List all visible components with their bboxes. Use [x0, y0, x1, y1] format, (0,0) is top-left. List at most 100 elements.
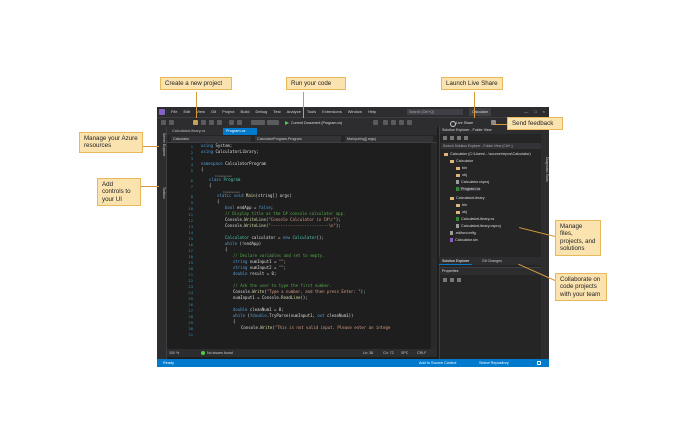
switch-views-icon[interactable] [450, 136, 454, 140]
menu-edit[interactable]: Edit [183, 109, 190, 114]
redo-icon[interactable] [237, 120, 242, 125]
menu-view[interactable]: View [196, 109, 205, 114]
comment-icon[interactable] [391, 120, 396, 125]
line-number: 11 [188, 212, 193, 217]
menu-extensions[interactable]: Extensions [322, 109, 342, 114]
nav-type-dropdown[interactable]: CalculatorProgram.Program [255, 136, 341, 142]
tab-git-changes[interactable]: Git Changes [479, 257, 505, 265]
window-controls: — □ × [524, 109, 545, 114]
minimize-button[interactable]: — [524, 109, 528, 114]
solution-explorer-search[interactable]: Search Solution Explorer - Folder View (… [441, 143, 541, 149]
run-button[interactable]: Current Document (Program.cs) [285, 119, 342, 127]
tree-item-solution[interactable]: Calculator (C:\Users\...\source\repos\Ca… [444, 152, 531, 156]
menu-file[interactable]: File [171, 109, 177, 114]
solution-title-badge: Calculator [469, 108, 491, 116]
forward-icon[interactable] [169, 120, 174, 125]
zoom-level[interactable]: 100 % [169, 351, 179, 355]
line-number: 5 [190, 168, 193, 173]
line-number: 22 [188, 278, 193, 283]
csproj-file-icon [456, 224, 459, 228]
refresh-icon[interactable] [457, 136, 461, 140]
live-share-button[interactable]: Live Share [449, 119, 473, 127]
indent-icon[interactable] [407, 120, 412, 125]
menu-project[interactable]: Project [222, 109, 234, 114]
menu-debug[interactable]: Debug [255, 109, 267, 114]
notifications-icon[interactable] [537, 361, 541, 365]
document-tabs: CalculatorLibrary.cs Program.cs [167, 127, 437, 135]
search-input[interactable]: Search (Ctrl+Q) [407, 109, 463, 115]
property-pages-icon[interactable] [457, 278, 461, 282]
line-number: 13 [188, 224, 193, 229]
save-all-icon[interactable] [217, 120, 222, 125]
code-line: while (!double.TryParse(numInput1, out c… [233, 313, 354, 318]
config-dropdown-icon[interactable] [251, 120, 265, 125]
server-explorer-tab[interactable]: Server Explorer [158, 133, 166, 157]
properties-title: Properties [440, 268, 542, 275]
tree-item-bin[interactable]: bin [456, 166, 467, 170]
tree-item-calculatorlibrary-cs[interactable]: CalculatorLibrary.cs [456, 217, 494, 221]
close-button[interactable]: × [543, 109, 545, 114]
menu-help[interactable]: Help [368, 109, 376, 114]
tree-item-obj[interactable]: obj [456, 173, 467, 177]
maximize-button[interactable]: □ [534, 109, 536, 114]
code-line: Console.Write("This is not valid input. … [241, 325, 391, 330]
tree-item-calculatorlibrary-csproj[interactable]: CalculatorLibrary.csproj [456, 224, 501, 228]
tree-item-bin[interactable]: bin [456, 203, 467, 207]
status-ready: Ready [163, 361, 174, 365]
tree-item-editorconfig[interactable]: .editorconfig [450, 231, 476, 235]
line-number-gutter: 1 2 3 4 5 6 7 8 9 10 11 12 13 14 15 16 1… [167, 143, 197, 349]
callout-feedback: Send feedback [507, 117, 563, 131]
menu-window[interactable]: Window [348, 109, 362, 114]
folder-icon [444, 152, 448, 156]
line-number: 3 [190, 156, 193, 161]
menu-build[interactable]: Build [241, 109, 250, 114]
menu-tools[interactable]: Tools [307, 109, 316, 114]
line-number: 27 [188, 308, 193, 313]
line-number: 14 [188, 230, 193, 235]
bookmark-icon[interactable] [399, 120, 404, 125]
format-icon[interactable] [383, 120, 388, 125]
right-tool-rail: Diagnostic Tools [541, 127, 549, 359]
toolbar: Current Document (Program.cs) Live Share [157, 117, 549, 127]
categorized-icon[interactable] [443, 278, 447, 282]
diagnostic-tools-tab[interactable]: Diagnostic Tools [541, 157, 549, 182]
alphabetical-icon[interactable] [450, 278, 454, 282]
tree-item-calculator[interactable]: Calculator [450, 159, 473, 163]
tab-program[interactable]: Program.cs [223, 128, 257, 135]
undo-icon[interactable] [229, 120, 234, 125]
menu-git[interactable]: Git [211, 109, 216, 114]
folder-icon [450, 159, 454, 163]
nav-member-dropdown[interactable]: Main(string[] args) [345, 136, 433, 142]
home-icon[interactable] [443, 136, 447, 140]
open-icon[interactable] [201, 120, 206, 125]
line-indicator: Ln: 38 [363, 351, 373, 355]
select-repository-button[interactable]: Select Repository [479, 359, 509, 367]
properties-panel: Properties [439, 267, 542, 359]
tab-solution-explorer[interactable]: Solution Explorer [439, 257, 473, 265]
tree-item-obj[interactable]: obj [456, 210, 467, 214]
issues-status[interactable]: No issues found [207, 351, 233, 355]
tree-item-program-cs[interactable]: Program.cs [456, 187, 481, 191]
add-to-source-control-button[interactable]: Add to Source Control [419, 359, 456, 367]
tree-item-calculatorlibrary[interactable]: CalculatorLibrary [450, 196, 485, 200]
code-editor[interactable]: using System; using CalculatorLibrary; n… [201, 143, 437, 349]
toolbox-tab[interactable]: Toolbox [158, 187, 166, 199]
solution-explorer: Solution Explorer - Folder View Search S… [439, 127, 542, 267]
editor-scrollbar[interactable] [431, 143, 437, 349]
code-line: static void Main(string[] args) [217, 193, 292, 198]
menu-analyze[interactable]: Analyze [287, 109, 301, 114]
csharp-file-icon [456, 217, 459, 221]
collapse-all-icon[interactable] [464, 136, 468, 140]
nav-project-dropdown[interactable]: Calculator [171, 136, 251, 142]
back-icon[interactable] [161, 120, 166, 125]
hot-reload-icon[interactable] [373, 120, 378, 125]
tab-calculatorlibrary[interactable]: CalculatorLibrary.cs [169, 128, 221, 135]
tree-item-calculator-csproj[interactable]: Calculator.csproj [456, 180, 489, 184]
menu-test[interactable]: Test [273, 109, 280, 114]
new-project-icon[interactable] [193, 120, 198, 125]
code-line: { [217, 199, 220, 204]
line-number: 24 [188, 290, 193, 295]
platform-dropdown-icon[interactable] [267, 120, 279, 125]
save-icon[interactable] [209, 120, 214, 125]
tree-item-calculator-sln[interactable]: Calculator.sln [450, 238, 478, 242]
